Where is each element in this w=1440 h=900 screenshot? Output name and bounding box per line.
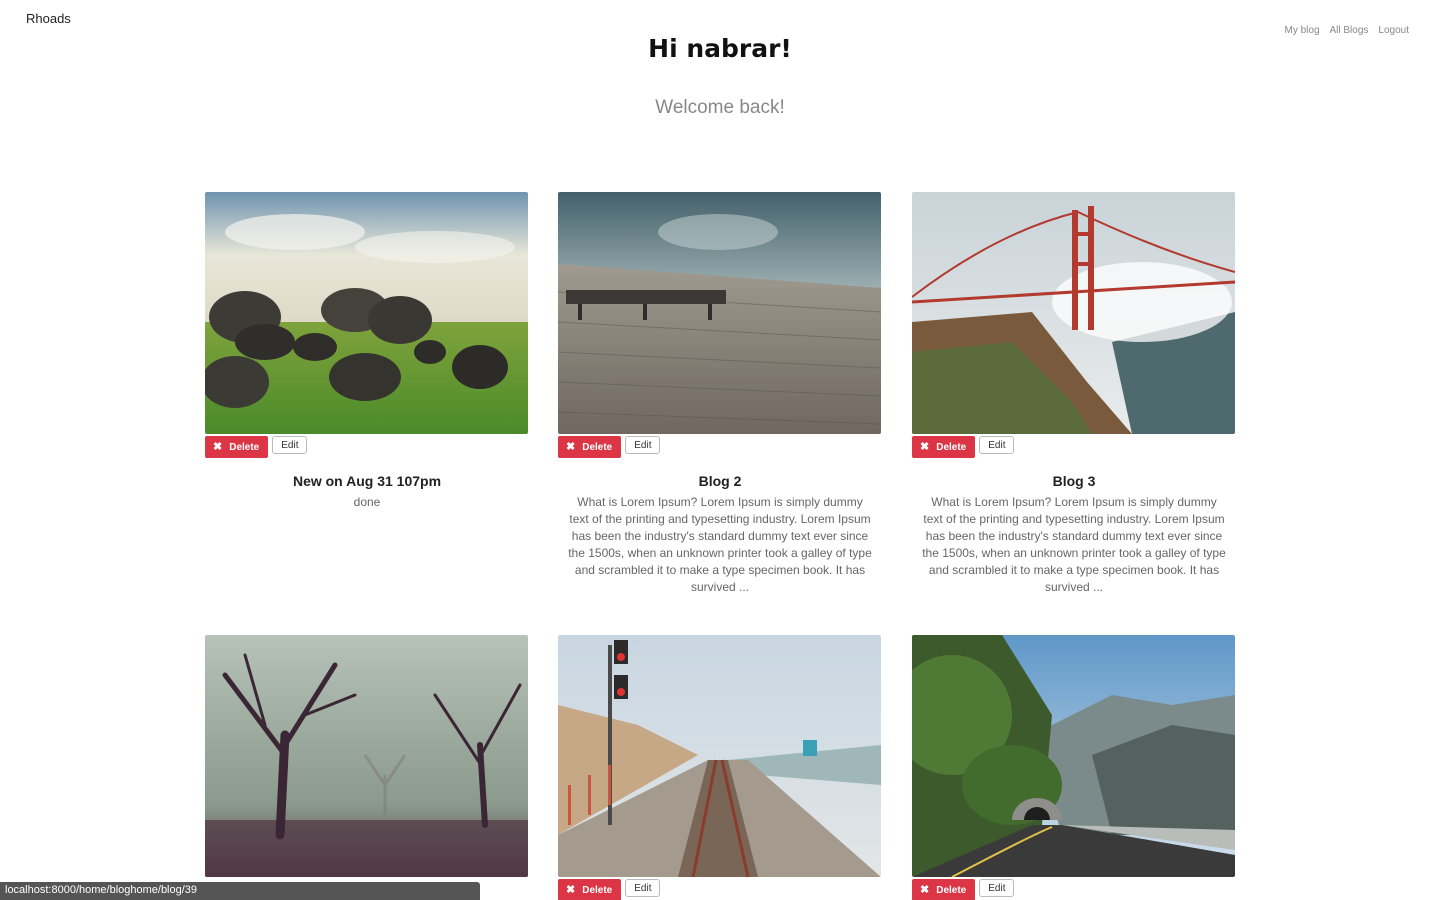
greeting-heading: Hi nabrar! <box>648 34 792 63</box>
pier-image <box>558 192 881 434</box>
delete-button[interactable]: ✖ Delete <box>558 879 622 900</box>
close-icon: ✖ <box>566 883 576 896</box>
blog-image-trees[interactable] <box>205 635 528 877</box>
blog-card: ✖ Delete Edit Blog 2 What is Lorem Ipsum… <box>558 192 882 596</box>
edit-button[interactable]: Edit <box>625 879 661 897</box>
blog-excerpt: What is Lorem Ipsum? Lorem Ipsum is simp… <box>568 495 872 594</box>
blog-title[interactable]: New on Aug 31 107pm <box>205 473 529 489</box>
blog-image-bridge[interactable] <box>912 192 1235 434</box>
blog-card: ✖ Delete Edit New on Aug 31 107pm done <box>205 192 529 511</box>
close-icon: ✖ <box>920 883 930 896</box>
edit-button[interactable]: Edit <box>625 436 661 454</box>
blog-excerpt: done <box>353 495 381 509</box>
blog-image-pier[interactable] <box>558 192 881 434</box>
railway-image <box>558 635 881 877</box>
close-icon: ✖ <box>566 440 576 453</box>
blog-card <box>205 635 529 877</box>
delete-label: Delete <box>936 884 967 896</box>
blog-title[interactable]: Blog 3 <box>912 473 1236 489</box>
blog-image-mountain-road[interactable] <box>912 635 1235 877</box>
close-icon: ✖ <box>920 440 930 453</box>
stones-image <box>205 192 528 434</box>
delete-label: Delete <box>936 441 967 453</box>
trees-image <box>205 635 528 877</box>
edit-button[interactable]: Edit <box>979 879 1015 897</box>
delete-button[interactable]: ✖ Delete <box>912 879 976 900</box>
delete-button[interactable]: ✖ Delete <box>205 436 269 458</box>
delete-button[interactable]: ✖ Delete <box>558 436 622 458</box>
blog-image-stones[interactable] <box>205 192 528 434</box>
brand[interactable]: Rhoads <box>26 11 71 26</box>
close-icon: ✖ <box>213 440 223 453</box>
browser-status-bar: localhost:8000/home/bloghome/blog/39 <box>0 882 480 900</box>
blog-title[interactable]: Blog 2 <box>558 473 882 489</box>
bridge-image <box>912 192 1235 434</box>
edit-button[interactable]: Edit <box>979 436 1015 454</box>
delete-label: Delete <box>582 884 613 896</box>
blog-card: ✖ Delete Edit <box>912 635 1236 900</box>
delete-button[interactable]: ✖ Delete <box>912 436 976 458</box>
edit-button[interactable]: Edit <box>272 436 308 454</box>
delete-label: Delete <box>229 441 260 453</box>
mountain-road-image <box>912 635 1235 877</box>
blog-image-railway[interactable] <box>558 635 881 877</box>
welcome-subtitle: Welcome back! <box>655 97 785 118</box>
blog-excerpt: What is Lorem Ipsum? Lorem Ipsum is simp… <box>922 495 1226 594</box>
delete-label: Delete <box>582 441 613 453</box>
blog-card: ✖ Delete Edit Blog 3 What is Lorem Ipsum… <box>912 192 1236 596</box>
blog-card: ✖ Delete Edit <box>558 635 882 900</box>
